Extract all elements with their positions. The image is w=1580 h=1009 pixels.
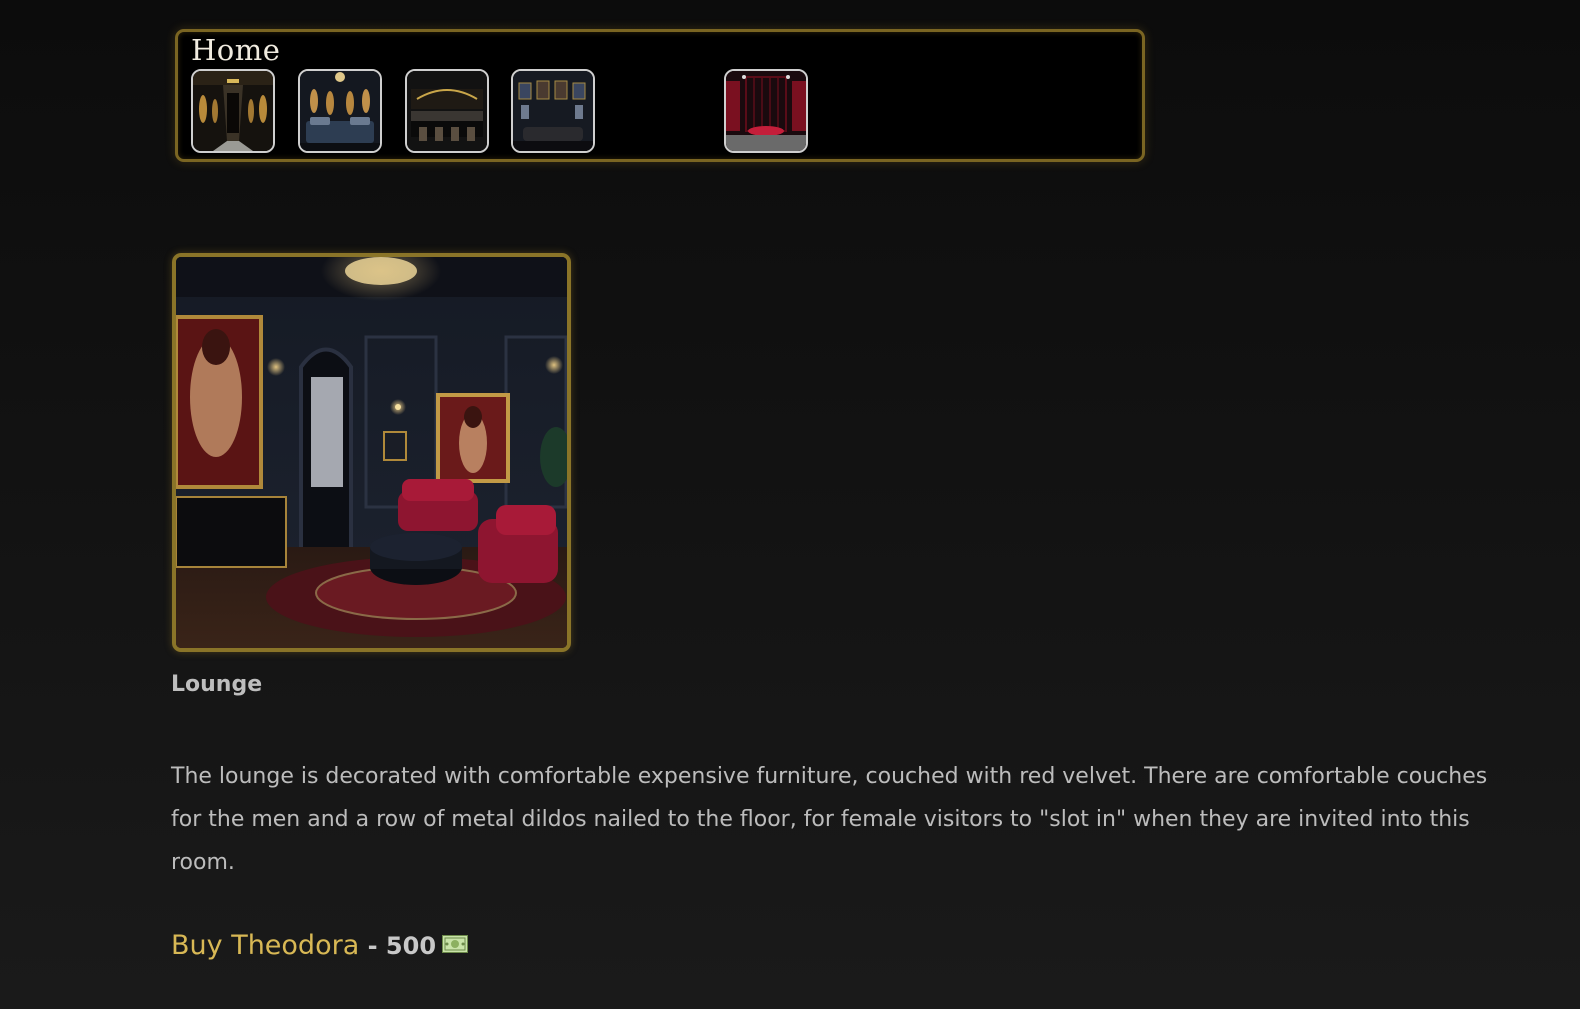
nav-home-link[interactable]: Home: [191, 33, 280, 67]
buy-row: Buy Theodora - 500: [171, 929, 469, 961]
room-thumbnail-bedroom[interactable]: [298, 69, 382, 153]
room-name: Lounge: [171, 672, 263, 697]
buy-theodora-link[interactable]: Buy Theodora: [171, 930, 359, 961]
buy-price: 500: [385, 932, 437, 960]
room-thumbnail-gallery-lounge[interactable]: [511, 69, 595, 153]
room-thumbnail-gallery-hall[interactable]: [191, 69, 275, 153]
buy-separator: -: [359, 932, 386, 960]
room-thumbnail-red-cage-room[interactable]: [724, 69, 808, 153]
room-image: [172, 253, 571, 652]
room-nav-panel: Home: [175, 29, 1145, 162]
lounge-illustration: [176, 257, 567, 648]
room-thumbnail-bar[interactable]: [405, 69, 489, 153]
money-icon: [442, 929, 469, 960]
room-description: The lounge is decorated with comfortable…: [171, 764, 1488, 875]
